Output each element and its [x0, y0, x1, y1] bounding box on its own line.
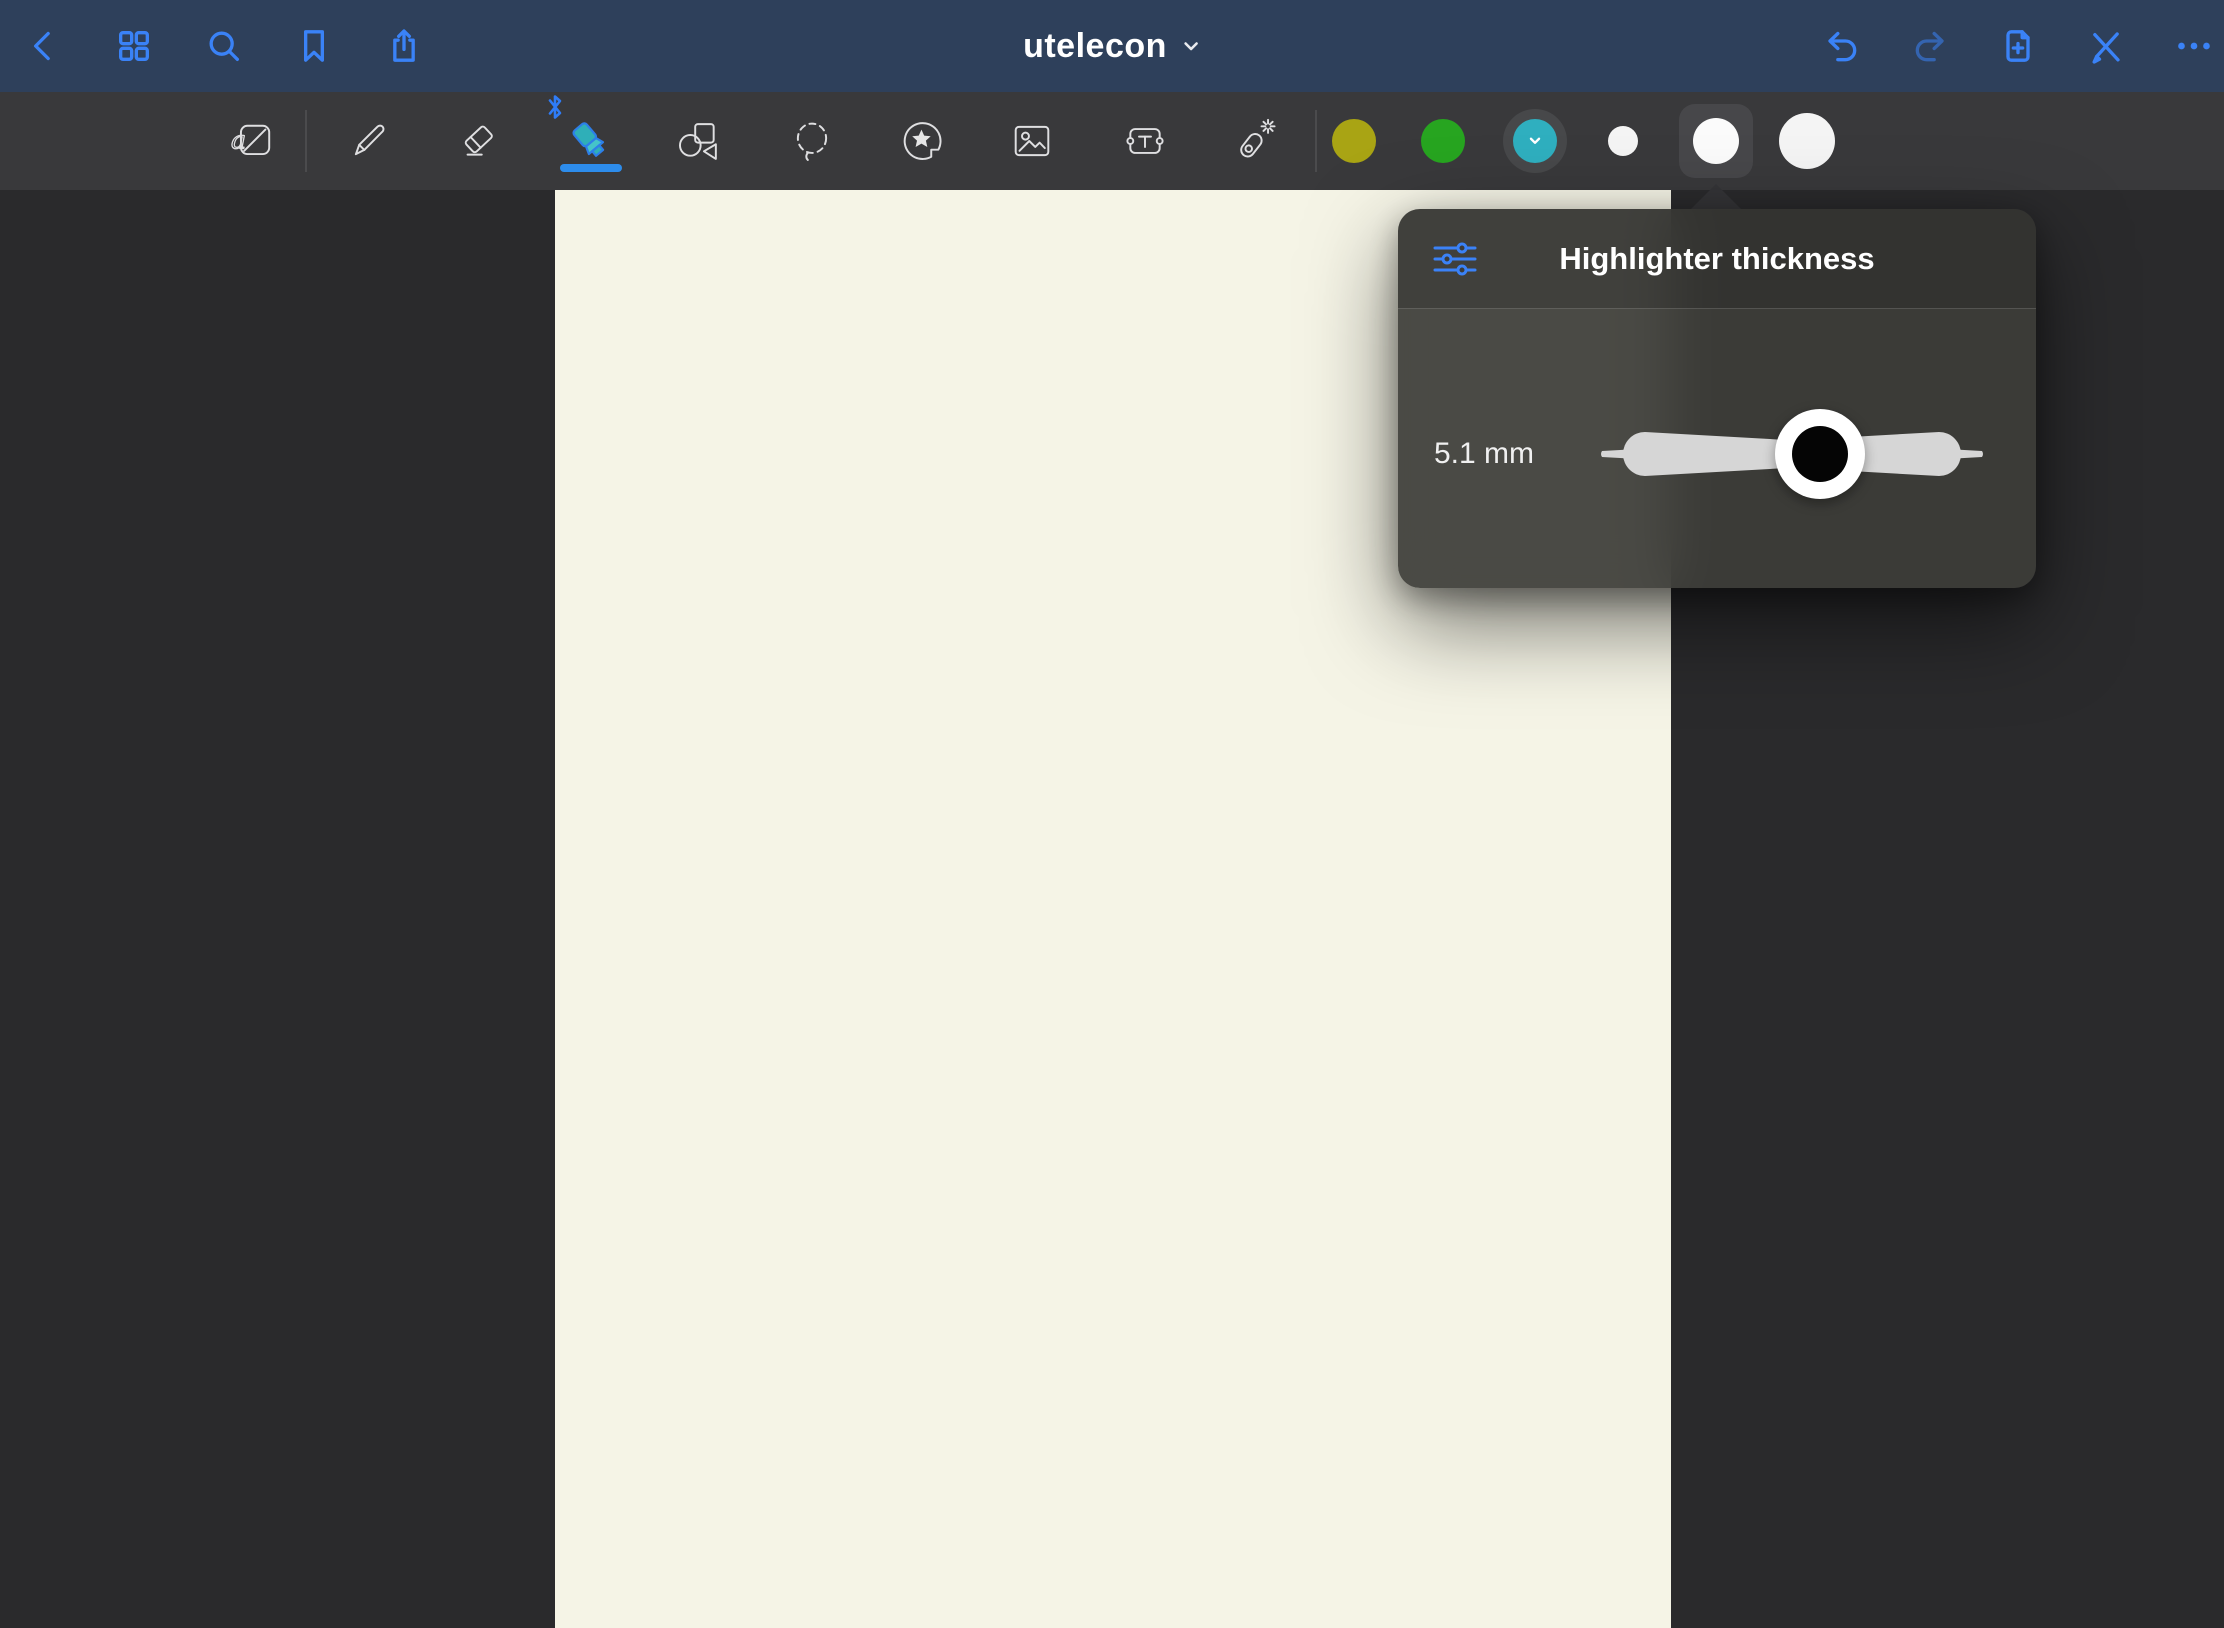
- undo-button[interactable]: [1820, 24, 1864, 68]
- stickers-icon: [897, 116, 947, 166]
- laser-pointer-icon: [1230, 116, 1280, 166]
- pen-icon: [344, 116, 394, 166]
- nav-right-group: [1820, 0, 2216, 92]
- thickness-option-small[interactable]: [1608, 126, 1638, 156]
- svg-text:a: a: [231, 126, 246, 155]
- shapes-icon: [674, 116, 724, 166]
- thickness-dot-medium: [1693, 118, 1739, 164]
- tool-shapes[interactable]: [666, 108, 732, 174]
- eraser-icon: [454, 116, 504, 166]
- color-swatch-green[interactable]: [1421, 119, 1465, 163]
- bluetooth-icon: [543, 92, 567, 122]
- popup-body: 5.1 mm: [1398, 309, 2036, 588]
- sliders-icon: [1432, 240, 1478, 278]
- chevron-down-icon: [1181, 36, 1201, 56]
- tool-highlighter[interactable]: [557, 108, 623, 174]
- chevron-down-icon: [1526, 132, 1544, 150]
- thickness-value-label: 5.1 mm: [1434, 437, 1534, 471]
- tool-text[interactable]: [1112, 108, 1178, 174]
- back-chevron-icon: [24, 26, 64, 66]
- tool-pen[interactable]: [336, 108, 402, 174]
- nav-left-group: [22, 0, 426, 92]
- text-icon: [1120, 116, 1170, 166]
- top-navigation-bar: utelecon: [0, 0, 2224, 92]
- popup-title: Highlighter thickness: [1559, 241, 1874, 277]
- tool-image[interactable]: [999, 108, 1065, 174]
- search-icon: [204, 26, 244, 66]
- popup-header: Highlighter thickness: [1398, 209, 2036, 309]
- tool-stickers[interactable]: [889, 108, 955, 174]
- lasso-icon: [787, 116, 837, 166]
- search-button[interactable]: [202, 24, 246, 68]
- image-icon: [1007, 116, 1057, 166]
- bookmark-button[interactable]: [292, 24, 336, 68]
- more-button[interactable]: [2172, 24, 2216, 68]
- thickness-option-medium-selected[interactable]: [1679, 104, 1753, 178]
- highlighter-thickness-popup: Highlighter thickness 5.1 mm: [1398, 209, 2036, 588]
- share-button[interactable]: [382, 24, 426, 68]
- thickness-slider-knob-center: [1792, 426, 1848, 482]
- add-page-button[interactable]: [1996, 24, 2040, 68]
- notebook-title-menu[interactable]: utelecon: [1023, 0, 1201, 92]
- thickness-slider-knob[interactable]: [1775, 409, 1865, 499]
- thickness-option-large[interactable]: [1779, 113, 1835, 169]
- toolbar-divider: [1315, 110, 1317, 172]
- page-thumbnails-button[interactable]: [112, 24, 156, 68]
- stylus-toggle-button[interactable]: [2084, 24, 2128, 68]
- ellipsis-icon: [2174, 26, 2214, 66]
- share-icon: [384, 26, 424, 66]
- notebook-title: utelecon: [1023, 27, 1167, 66]
- app-window: utelecon: [0, 0, 2224, 1628]
- tool-laser-pointer[interactable]: [1222, 108, 1288, 174]
- color-swatch-olive[interactable]: [1332, 119, 1376, 163]
- tool-bar: a: [0, 92, 2224, 190]
- undo-icon: [1822, 26, 1862, 66]
- color-swatch-teal-selected[interactable]: [1503, 109, 1567, 173]
- redo-icon: [1910, 26, 1950, 66]
- grid-icon: [114, 26, 154, 66]
- highlighter-selected-underline: [560, 164, 622, 172]
- redo-button[interactable]: [1908, 24, 1952, 68]
- read-mode-icon: a: [229, 116, 279, 166]
- add-page-icon: [1998, 26, 2038, 66]
- teal-color: [1513, 119, 1557, 163]
- bookmark-icon: [294, 26, 334, 66]
- tool-eraser[interactable]: [446, 108, 512, 174]
- tool-read-mode[interactable]: a: [221, 108, 287, 174]
- back-button[interactable]: [22, 24, 66, 68]
- stylus-crossed-icon: [2086, 26, 2126, 66]
- popup-arrow: [1690, 184, 1742, 210]
- toolbar-divider: [305, 110, 307, 172]
- tool-lasso[interactable]: [779, 108, 845, 174]
- highlighter-icon: [565, 116, 615, 166]
